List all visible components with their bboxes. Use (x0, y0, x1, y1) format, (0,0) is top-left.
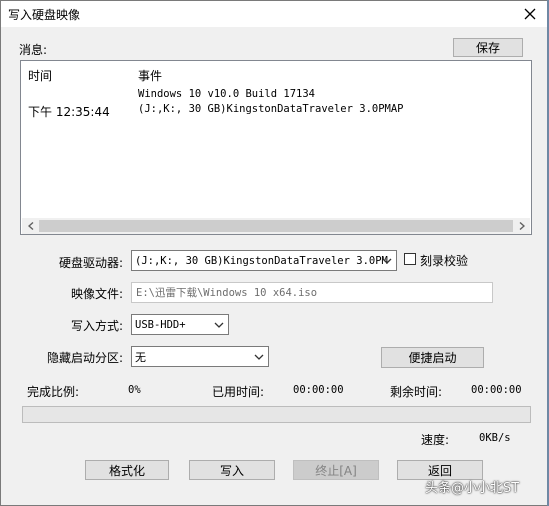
close-icon (524, 8, 536, 20)
remaining-value: 00:00:00 (471, 384, 522, 396)
verify-checkbox[interactable] (404, 253, 416, 265)
image-file-value: E:\迅雷下载\Windows 10 x64.iso (136, 287, 318, 299)
hidden-partition-select[interactable]: 无 (131, 346, 269, 367)
window-title: 写入硬盘映像 (8, 8, 81, 22)
quick-boot-button[interactable]: 便捷启动 (381, 347, 484, 368)
terminate-button[interactable]: 终止[A] (293, 460, 379, 480)
title-bar[interactable]: 写入硬盘映像 (1, 1, 548, 27)
chevron-down-icon (252, 349, 266, 364)
progress-bar (22, 406, 531, 423)
write-method-label: 写入方式: (71, 319, 124, 333)
image-file-field[interactable]: E:\迅雷下载\Windows 10 x64.iso (131, 282, 493, 303)
verify-label[interactable]: 刻录校验 (420, 252, 468, 269)
drive-label: 硬盘驱动器: (59, 256, 124, 270)
chevron-left-icon (27, 222, 33, 230)
scroll-right-button[interactable] (513, 218, 530, 234)
log-row-event: (J:,K:, 30 GB)KingstonDataTraveler 3.0PM… (138, 103, 404, 115)
chevron-down-icon (380, 253, 394, 268)
drive-select[interactable]: (J:,K:, 30 GB)KingstonDataTraveler 3.0PM (131, 250, 397, 271)
elapsed-label: 已用时间: (212, 385, 265, 399)
chevron-right-icon (519, 222, 525, 230)
write-button[interactable]: 写入 (189, 460, 275, 480)
hidden-partition-value: 无 (135, 350, 146, 364)
elapsed-value: 00:00:00 (293, 384, 344, 396)
write-method-select[interactable]: USB-HDD+ (131, 314, 229, 335)
remaining-label: 剩余时间: (390, 385, 443, 399)
watermark: 头条@小小北ST (425, 481, 520, 496)
image-file-label: 映像文件: (71, 287, 124, 301)
write-disk-image-dialog: 写入硬盘映像 消息: 保存 时间 事件 Windows 10 v10.0 Bui… (0, 0, 549, 506)
chevron-down-icon (212, 317, 226, 332)
log-header-event: 事件 (138, 69, 163, 83)
percent-value: 0% (128, 384, 141, 396)
messages-label: 消息: (19, 43, 48, 57)
drive-select-value: (J:,K:, 30 GB)KingstonDataTraveler 3.0PM (135, 254, 388, 267)
percent-label: 完成比例: (27, 385, 80, 399)
log-row-event: Windows 10 v10.0 Build 17134 (138, 88, 316, 100)
horizontal-scrollbar[interactable] (22, 218, 530, 234)
save-button[interactable]: 保存 (453, 38, 523, 57)
hidden-partition-label: 隐藏启动分区: (47, 351, 124, 365)
speed-label: 速度: (421, 433, 450, 447)
message-log[interactable]: 时间 事件 Windows 10 v10.0 Build 17134 下午 12… (20, 60, 532, 235)
format-button[interactable]: 格式化 (85, 460, 169, 480)
write-method-value: USB-HDD+ (135, 318, 186, 331)
scroll-left-button[interactable] (22, 218, 39, 234)
close-button[interactable] (516, 3, 544, 25)
log-row-time: 下午 12:35:44 (28, 105, 110, 119)
speed-value: 0KB/s (479, 432, 511, 444)
log-header-time: 时间 (28, 69, 53, 83)
scrollbar-thumb[interactable] (39, 220, 513, 232)
